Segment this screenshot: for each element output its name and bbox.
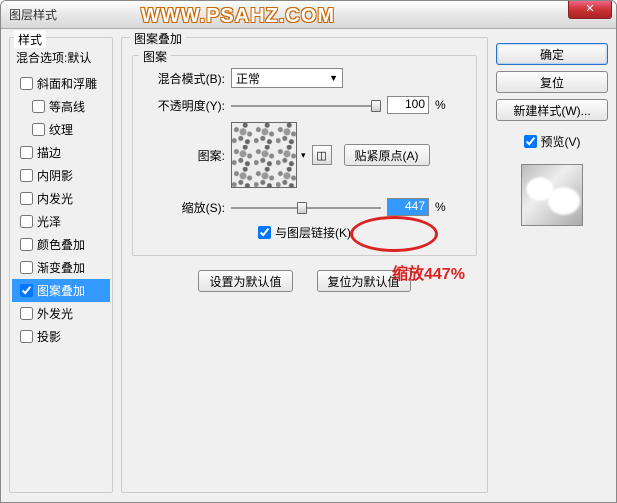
scale-slider-thumb[interactable] — [297, 202, 307, 214]
scale-label: 缩放(S): — [143, 199, 225, 216]
style-checkbox[interactable] — [20, 77, 33, 90]
layer-style-dialog: 图层样式 ✕ WWW.PSAHZ.COM 样式 混合选项:默认 斜面和浮雕等高线… — [0, 0, 617, 503]
reset-default-button[interactable]: 复位为默认值 — [317, 270, 411, 292]
styles-group: 样式 混合选项:默认 斜面和浮雕等高线纹理描边内阴影内发光光泽颜色叠加渐变叠加图… — [9, 37, 113, 493]
opacity-input[interactable]: 100 — [387, 96, 429, 114]
style-item-10[interactable]: 外发光 — [12, 302, 110, 325]
opacity-label: 不透明度(Y): — [143, 97, 225, 114]
cancel-button[interactable]: 复位 — [496, 71, 608, 93]
blend-mode-value: 正常 — [236, 70, 260, 87]
chevron-down-icon: ▼ — [329, 73, 338, 83]
preview-row: 预览(V) — [496, 133, 608, 150]
watermark: WWW.PSAHZ.COM — [141, 5, 335, 28]
style-item-0[interactable]: 斜面和浮雕 — [12, 72, 110, 95]
scale-input[interactable]: 447 — [387, 198, 429, 216]
style-item-label: 描边 — [37, 144, 61, 161]
style-item-label: 纹理 — [49, 121, 73, 138]
preview-label: 预览(V) — [541, 133, 581, 150]
style-item-11[interactable]: 投影 — [12, 325, 110, 348]
style-item-label: 光泽 — [37, 213, 61, 230]
blend-mode-label: 混合模式(B): — [143, 70, 225, 87]
pattern-row: 图案: ▾ ◫ 贴紧原点(A) — [143, 122, 466, 188]
style-checkbox[interactable] — [20, 146, 33, 159]
style-checkbox[interactable] — [20, 330, 33, 343]
scale-slider[interactable] — [231, 199, 381, 215]
styles-panel: 样式 混合选项:默认 斜面和浮雕等高线纹理描边内阴影内发光光泽颜色叠加渐变叠加图… — [9, 37, 113, 494]
pattern-inner-title: 图案 — [139, 48, 171, 65]
style-item-8[interactable]: 渐变叠加 — [12, 256, 110, 279]
style-item-6[interactable]: 光泽 — [12, 210, 110, 233]
pattern-swatch[interactable] — [231, 122, 297, 188]
style-item-label: 外发光 — [37, 305, 73, 322]
percent-label: % — [435, 98, 446, 112]
link-layer-row: 与图层链接(K) — [143, 224, 466, 241]
pattern-overlay-group: 图案叠加 图案 混合模式(B): 正常 ▼ 不透明度(Y): — [121, 37, 488, 493]
style-checkbox[interactable] — [20, 238, 33, 251]
style-checkbox[interactable] — [20, 261, 33, 274]
style-item-1[interactable]: 等高线 — [12, 95, 110, 118]
style-item-label: 投影 — [37, 328, 61, 345]
opacity-row: 不透明度(Y): 100 % — [143, 96, 466, 114]
snap-origin-button[interactable]: 贴紧原点(A) — [344, 144, 430, 166]
titlebar[interactable]: 图层样式 ✕ WWW.PSAHZ.COM — [1, 1, 616, 29]
percent-label-2: % — [435, 200, 446, 214]
set-default-button[interactable]: 设置为默认值 — [198, 270, 292, 292]
style-item-label: 斜面和浮雕 — [37, 75, 97, 92]
blend-mode-row: 混合模式(B): 正常 ▼ — [143, 68, 466, 88]
action-panel: 确定 复位 新建样式(W)... 预览(V) — [496, 37, 608, 494]
styles-group-title: 样式 — [14, 31, 46, 48]
opacity-slider-thumb[interactable] — [371, 100, 381, 112]
style-item-label: 图案叠加 — [37, 282, 85, 299]
defaults-row: 设置为默认值 复位为默认值 — [132, 270, 477, 292]
window-title: 图层样式 — [9, 6, 57, 23]
opacity-slider[interactable] — [231, 97, 381, 113]
style-item-5[interactable]: 内发光 — [12, 187, 110, 210]
style-item-2[interactable]: 纹理 — [12, 118, 110, 141]
style-item-3[interactable]: 描边 — [12, 141, 110, 164]
scale-row: 缩放(S): 447 % — [143, 198, 466, 216]
style-item-label: 内发光 — [37, 190, 73, 207]
style-item-label: 渐变叠加 — [37, 259, 85, 276]
preview-swatch — [521, 164, 583, 226]
style-checkbox[interactable] — [32, 123, 45, 136]
settings-panel: 图案叠加 图案 混合模式(B): 正常 ▼ 不透明度(Y): — [121, 37, 488, 494]
style-list: 斜面和浮雕等高线纹理描边内阴影内发光光泽颜色叠加渐变叠加图案叠加外发光投影 — [12, 72, 110, 348]
style-checkbox[interactable] — [20, 192, 33, 205]
new-style-button[interactable]: 新建样式(W)... — [496, 99, 608, 121]
ok-button[interactable]: 确定 — [496, 43, 608, 65]
style-checkbox[interactable] — [20, 284, 33, 297]
style-checkbox[interactable] — [20, 215, 33, 228]
style-item-label: 等高线 — [49, 98, 85, 115]
style-item-7[interactable]: 颜色叠加 — [12, 233, 110, 256]
link-layer-checkbox[interactable] — [258, 226, 271, 239]
blend-mode-select[interactable]: 正常 ▼ — [231, 68, 343, 88]
style-item-4[interactable]: 内阴影 — [12, 164, 110, 187]
style-item-label: 内阴影 — [37, 167, 73, 184]
preview-checkbox[interactable] — [524, 135, 537, 148]
pattern-label: 图案: — [143, 147, 225, 164]
blending-options-link[interactable]: 混合选项:默认 — [12, 47, 110, 70]
pattern-overlay-title: 图案叠加 — [130, 30, 186, 47]
style-item-9[interactable]: 图案叠加 — [12, 279, 110, 302]
style-checkbox[interactable] — [32, 100, 45, 113]
close-button[interactable]: ✕ — [568, 1, 612, 19]
style-item-label: 颜色叠加 — [37, 236, 85, 253]
pattern-inner-group: 图案 混合模式(B): 正常 ▼ 不透明度(Y): — [132, 55, 477, 256]
pattern-dropdown-icon[interactable]: ▾ — [301, 150, 306, 161]
new-preset-button[interactable]: ◫ — [312, 145, 332, 165]
style-checkbox[interactable] — [20, 307, 33, 320]
dialog-body: 样式 混合选项:默认 斜面和浮雕等高线纹理描边内阴影内发光光泽颜色叠加渐变叠加图… — [1, 29, 616, 502]
link-layer-label: 与图层链接(K) — [275, 224, 351, 241]
style-checkbox[interactable] — [20, 169, 33, 182]
